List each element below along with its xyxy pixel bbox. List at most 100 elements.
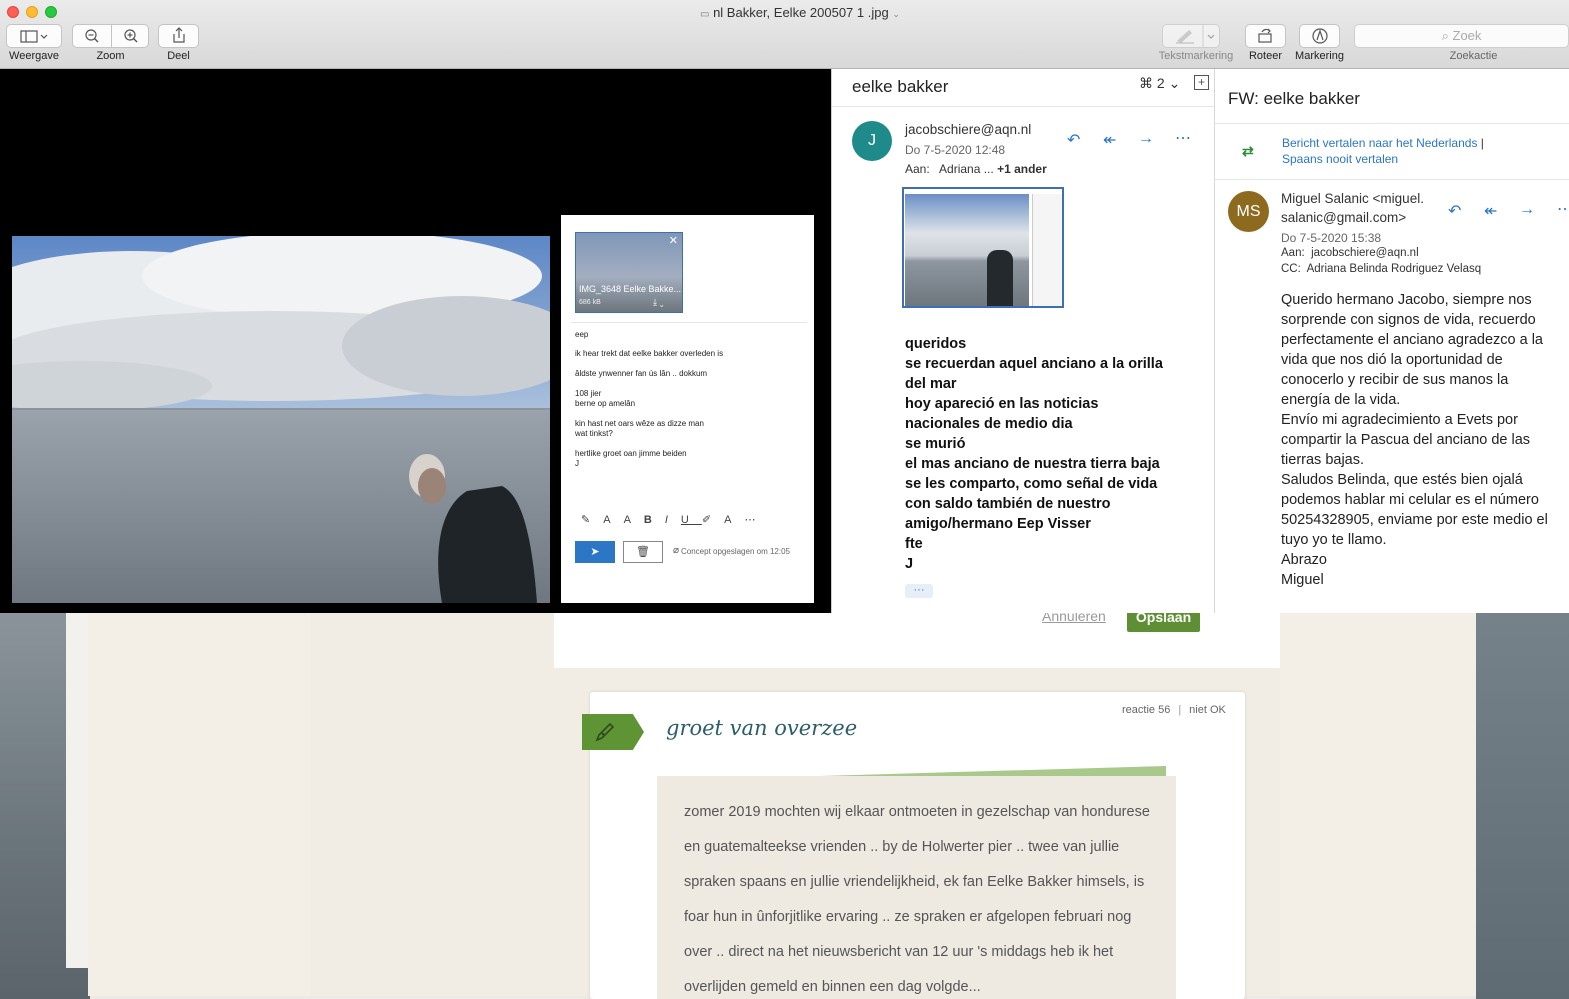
highlight-icon[interactable]: ✐ (702, 514, 724, 526)
close-window-button[interactable] (7, 6, 19, 18)
reply-all-icon[interactable]: ↞ (1484, 201, 1497, 221)
reply-icon[interactable]: ↶ (1067, 130, 1080, 150)
report-link[interactable]: niet OK (1189, 704, 1226, 716)
body-line: fte (905, 536, 923, 552)
body-line: perfectamente el anciano agradezco a la (1281, 332, 1543, 348)
markup-icon (1312, 28, 1328, 44)
message-subject: eelke bakker (852, 77, 949, 96)
comment-line: en guatemalteekse vrienden .. by de Holw… (684, 839, 1120, 855)
reply-all-icon[interactable]: ↞ (1103, 130, 1116, 150)
rotate-label: Roteer (1248, 50, 1283, 62)
comment-title: groet van overzee (666, 716, 858, 740)
view-button[interactable] (6, 24, 62, 48)
never-translate-link[interactable]: Spaans nooit vertalen (1282, 152, 1398, 166)
body-line: Querido hermano Jacobo, siempre nos (1281, 292, 1532, 308)
translate-link[interactable]: Bericht vertalen naar het Nederlands (1282, 136, 1477, 150)
window-title: ▭ nl Bakker, Eelke 200507 1 .jpg ⌄ (700, 5, 900, 20)
search-input[interactable]: ⌕ Zoek (1354, 24, 1569, 48)
format-toolbar: ✎AABIU✐A⋯ (581, 513, 768, 526)
markup-button[interactable] (1299, 24, 1340, 48)
format-painter-icon[interactable]: ✎ (581, 514, 603, 526)
body-line: se murió (905, 436, 966, 452)
browser-frame (66, 612, 90, 968)
bold-icon[interactable]: B (644, 514, 665, 526)
forward-icon[interactable]: → (1519, 201, 1535, 219)
recipients[interactable]: Aan: Adriana ... +1 ander (905, 162, 1047, 176)
share-button[interactable] (158, 24, 199, 48)
compose-line: J (575, 459, 579, 468)
compose-screenshot: ✕ IMG_3648 Eelke Bakke... 686 kB ⤓ ⌄ eep… (561, 215, 814, 603)
minimize-window-button[interactable] (26, 6, 38, 18)
sea-photo (12, 236, 550, 603)
rotate-button[interactable] (1245, 24, 1286, 48)
recipients[interactable]: Aan: jacobschiere@aqn.nl (1281, 247, 1419, 259)
highlighter-icon (1176, 25, 1215, 47)
more-actions-icon[interactable]: ⋯ (1557, 199, 1569, 219)
more-icon[interactable]: ⋯ (744, 514, 768, 526)
compose-line: hertlike groet oan jimme beiden (575, 449, 687, 458)
body-line: con saldo también de nuestro (905, 496, 1111, 512)
attachment-thumbnail: ✕ IMG_3648 Eelke Bakke... 686 kB ⤓ ⌄ (575, 232, 683, 313)
window-title-text: nl Bakker, Eelke 200507 1 .jpg (713, 5, 889, 20)
body-line: del mar (905, 376, 957, 392)
cc-recipients[interactable]: CC: Adriana Belinda Rodriguez Velasq (1281, 263, 1481, 275)
window-titlebar: ▭ nl Bakker, Eelke 200507 1 .jpg ⌄ Weerg… (0, 0, 1569, 69)
font-color-icon[interactable]: A (724, 514, 744, 526)
comment-line: zomer 2019 mochten wij elkaar ontmoeten … (684, 804, 1150, 820)
meta-separator: | (1178, 704, 1182, 716)
body-line: J (905, 556, 914, 572)
to-label: Aan: (1281, 247, 1305, 259)
cc-value: Adriana Belinda Rodriguez Velasq (1306, 263, 1482, 275)
zoom-out-icon[interactable] (73, 25, 111, 47)
zoom-in-icon[interactable] (112, 25, 150, 47)
translate-separator: | (1480, 136, 1484, 150)
body-line: sorprende con signos de vida, recuerdo (1281, 312, 1536, 328)
sender-email[interactable]: jacobschiere@aqn.nl (905, 122, 1031, 137)
to-value: jacobschiere@aqn.nl (1311, 247, 1419, 259)
message-subject: FW: eelke bakker (1228, 89, 1360, 108)
reply-icon[interactable]: ↶ (1448, 201, 1461, 221)
zoom-window-button[interactable] (45, 6, 57, 18)
show-more-button[interactable]: ··· (905, 584, 933, 598)
text-highlight-button[interactable] (1162, 24, 1220, 48)
compose-line: kin hast net oars wêze as dizze man (575, 419, 704, 428)
more-actions-icon[interactable]: ⋯ (1175, 128, 1191, 148)
search-label: Zoekactie (1449, 50, 1498, 62)
underline-icon[interactable]: U (681, 514, 702, 526)
sender-name[interactable]: Miguel Salanic <miguel. (1281, 191, 1424, 206)
font-size-icon[interactable]: A (603, 514, 623, 526)
sender-email[interactable]: salanic@gmail.com> (1281, 210, 1406, 225)
zoom-control[interactable] (72, 24, 149, 48)
body-line: el mas anciano de nuestra tierra baja (905, 456, 1160, 472)
divider (1215, 179, 1569, 180)
preview-photo (905, 194, 1029, 306)
comment-line: spraken spaans en jullie vriendelijkheid… (684, 874, 1145, 890)
to-value: Adriana ... (939, 162, 994, 176)
inline-image-preview[interactable] (902, 187, 1064, 308)
superscript-icon[interactable]: A (624, 514, 644, 526)
document-icon: ▭ (700, 9, 710, 20)
comment-line: over .. direct na het nieuwsbericht van … (684, 944, 1114, 960)
compose-line: 108 jier (575, 389, 602, 398)
compose-line: berne op amelân (575, 399, 636, 408)
chevron-down-icon[interactable]: ⌄ (892, 9, 900, 19)
download-icon[interactable]: ⤓ ⌄ (653, 297, 664, 308)
body-line: compartir la Pascua del anciano de las (1281, 432, 1531, 448)
attachment-count[interactable]: ⌘ 2 ⌄ (1139, 75, 1180, 92)
forward-icon[interactable]: → (1138, 130, 1154, 148)
body-line: nacionales de medio dia (905, 416, 1073, 432)
markup-label: Markering (1295, 50, 1344, 62)
body-line: Envío mi agradecimiento a Evets por (1281, 412, 1518, 428)
send-button[interactable]: ➤ (575, 541, 615, 563)
divider (571, 322, 807, 323)
discard-button[interactable]: 🗑 (623, 541, 663, 563)
expand-icon[interactable]: + (1194, 75, 1209, 90)
rotate-icon (1258, 28, 1272, 43)
body-line: tuyo yo te llamo. (1281, 532, 1387, 548)
attach-icon[interactable]: ⌀ (673, 545, 679, 556)
sender-avatar: MS (1228, 191, 1269, 232)
remove-attachment-icon[interactable]: ✕ (669, 234, 678, 247)
italic-icon[interactable]: I (665, 514, 681, 526)
more-recipients[interactable]: +1 ander (997, 162, 1047, 176)
message-date: Do 7-5-2020 15:38 (1281, 231, 1382, 245)
